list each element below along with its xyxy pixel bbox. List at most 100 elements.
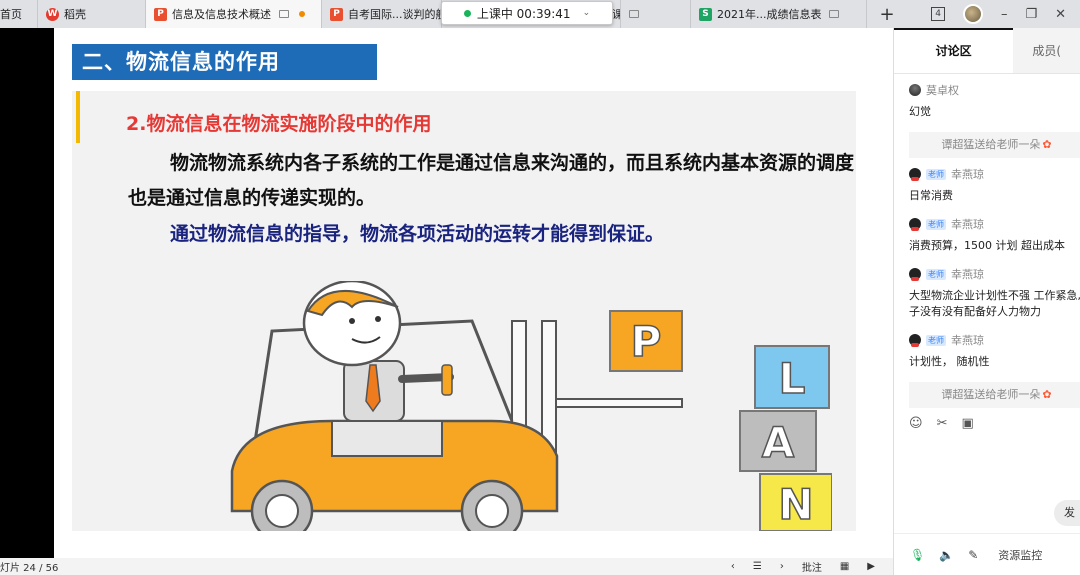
teacher-badge: 老师 (926, 168, 946, 180)
chevron-down-icon[interactable]: ⌄ (583, 8, 591, 18)
plan-block-l: L (754, 345, 830, 409)
message-text: 计划性， 随机性 (909, 355, 990, 368)
plan-letter: A (762, 418, 795, 467)
teacher-badge: 老师 (926, 268, 946, 280)
plan-block-a: A (739, 410, 817, 472)
list-item: 老师 幸燕琼 大型物流企业计划性不强 工作紧急, 子没有没有配备好人力物力 (894, 262, 1080, 328)
wheel-front (460, 479, 524, 531)
user-avatar-icon (909, 84, 921, 96)
tab-home[interactable]: 首页 (0, 0, 38, 28)
tab-info-tech-overview[interactable]: P 信息及信息技术概述 (146, 0, 322, 28)
tab-negotiation[interactable]: P 自考国际...谈判的舰 (322, 0, 442, 28)
restore-icon[interactable]: ❐ (1025, 7, 1037, 22)
slide: 二、物流信息的作用 2.物流信息在物流实施阶段中的作用 物流物流系统内各子系统的… (72, 44, 856, 558)
plan-letter: P (631, 317, 662, 366)
fork-arm (555, 398, 683, 408)
gift-notice: 谭超猛送给老师一朵 ✿ (909, 132, 1080, 158)
teacher-badge: 老师 (926, 334, 946, 346)
discussion-panel: 讨论区 成员( 莫卓权 幻觉 谭超猛送给老师一朵✿ 老师 幸燕琼 日常消费 老 (893, 28, 1080, 575)
qq-avatar-icon (909, 168, 921, 181)
message-text: 日常消费 (909, 189, 953, 202)
close-icon[interactable]: ✕ (1055, 7, 1066, 22)
send-button[interactable]: 发 (1054, 500, 1080, 526)
gift-text: 谭超猛送给老师一朵 (941, 388, 1041, 401)
tab-discussion[interactable]: 讨论区 (894, 28, 1014, 73)
presentation-file-icon: P (330, 7, 343, 21)
wps-logo-icon: W (46, 7, 59, 21)
emoji-icon[interactable]: ☺ (909, 416, 923, 431)
sender-name: 幸燕琼 (951, 334, 984, 347)
qq-avatar-icon (909, 334, 921, 347)
class-timer[interactable]: 上课中 00:39:41 ⌄ (441, 1, 613, 25)
qq-avatar-icon (909, 268, 921, 281)
plan-block-p: P (609, 310, 683, 372)
play-icon[interactable]: ▶ (867, 561, 875, 572)
tab-label: 课件 (612, 6, 620, 22)
window-icon[interactable] (829, 10, 840, 18)
plan-letter: N (778, 480, 813, 529)
slide-stage: 二、物流信息的作用 2.物流信息在物流实施阶段中的作用 物流物流系统内各子系统的… (54, 28, 893, 558)
tab-label: 信息及信息技术概述 (172, 8, 271, 21)
panel-footer: 🎙 🔈 ✎ 资源监控 (894, 533, 1080, 575)
minimize-icon[interactable]: – (1001, 7, 1008, 22)
slide-content: 2.物流信息在物流实施阶段中的作用 物流物流系统内各子系统的工作是通过信息来沟通… (72, 91, 856, 531)
tab-spacer (621, 0, 691, 28)
slide-paragraph: 物流物流系统内各子系统的工作是通过信息来沟通的，而且系统内基本资源的调度也是通过… (128, 152, 855, 209)
tab-label: 首页 (0, 8, 22, 21)
list-item: 老师 幸燕琼 计划性， 随机性 (894, 328, 1080, 378)
list-item: 老师 幸燕琼 日常消费 (894, 162, 1080, 212)
tab-docer[interactable]: W 稻壳 (38, 0, 146, 28)
sender-name: 莫卓权 (926, 84, 959, 97)
live-status-icon (463, 9, 471, 17)
page-indicator: 灯片 24 / 56 (0, 563, 59, 574)
sender-name: 幸燕琼 (951, 218, 984, 231)
window-count-badge[interactable]: 4 (931, 7, 945, 21)
chevron-left-icon[interactable]: ‹ (731, 561, 735, 572)
new-tab-button[interactable]: + (867, 0, 907, 28)
tab-label: 2021年...成绩信息表 (717, 8, 822, 21)
status-bar: 灯片 24 / 56 ‹ ☰ › 批注 ▦ ▶ (0, 558, 893, 575)
window-icon[interactable] (629, 10, 639, 18)
message-list: 莫卓权 幻觉 谭超猛送给老师一朵 ✿ 老师 幸燕琼 日常消费 老师 幸燕琼 消费预… (894, 78, 1080, 412)
scissors-icon[interactable]: ✂ (937, 416, 948, 431)
avatar[interactable] (962, 4, 983, 24)
plan-block-n: N (759, 473, 832, 531)
sender-name: 幸燕琼 (951, 268, 984, 281)
plan-letter: L (779, 354, 806, 403)
slide-paragraph-2: 通过物流信息的指导，物流各项活动的运转才能得到保证。 (170, 223, 665, 245)
accent-line (76, 91, 80, 143)
slide-subheading: 2.物流信息在物流实施阶段中的作用 (126, 113, 432, 135)
tab-label: 自考国际...谈判的舰 (348, 8, 442, 21)
resource-monitor-label[interactable]: 资源监控 (998, 547, 1042, 563)
flower-icon: ✿ (1042, 138, 1052, 151)
list-icon[interactable]: ☰ (753, 561, 762, 572)
teacher-badge: 老师 (926, 218, 946, 230)
grid-view-icon[interactable]: ▦ (840, 561, 849, 572)
tab-members[interactable]: 成员( (1013, 28, 1080, 73)
tab-grades-sheet[interactable]: S 2021年...成绩信息表 (691, 0, 867, 28)
speaker-icon[interactable]: 🔈 (939, 548, 954, 562)
image-icon[interactable]: ▣ (961, 416, 973, 431)
panel-tabs: 讨论区 成员( (894, 28, 1080, 74)
microphone-icon[interactable]: 🎙 (910, 548, 925, 562)
message-text: 幻觉 (909, 105, 931, 118)
seat (331, 420, 443, 457)
presentation-file-icon: P (154, 7, 167, 21)
spreadsheet-file-icon: S (699, 7, 712, 21)
flower-icon: ✿ (1042, 388, 1052, 401)
tab-label: 稻壳 (64, 8, 86, 21)
slide-title: 二、物流信息的作用 (72, 44, 377, 80)
qq-avatar-icon (909, 218, 921, 231)
annotate-button[interactable]: 批注 (802, 559, 822, 574)
pen-icon[interactable]: ✎ (968, 548, 978, 562)
window-controls: 4 – ❐ ✕ (931, 0, 1080, 28)
window-icon[interactable] (279, 10, 289, 18)
message-text: 大型物流企业计划性不强 工作紧急, 子没有没有配备好人力物力 (909, 289, 1080, 318)
unsaved-dot-icon (299, 11, 305, 17)
driver-character (302, 281, 454, 422)
wheel-rear (250, 479, 314, 531)
gift-notice: 谭超猛送给老师一朵 ✿ (909, 382, 1080, 408)
list-item: 老师 幸燕琼 消费预算，1500 计划 超出成本 (894, 212, 1080, 262)
chevron-right-icon[interactable]: › (780, 561, 784, 572)
sender-name: 幸燕琼 (951, 168, 984, 181)
